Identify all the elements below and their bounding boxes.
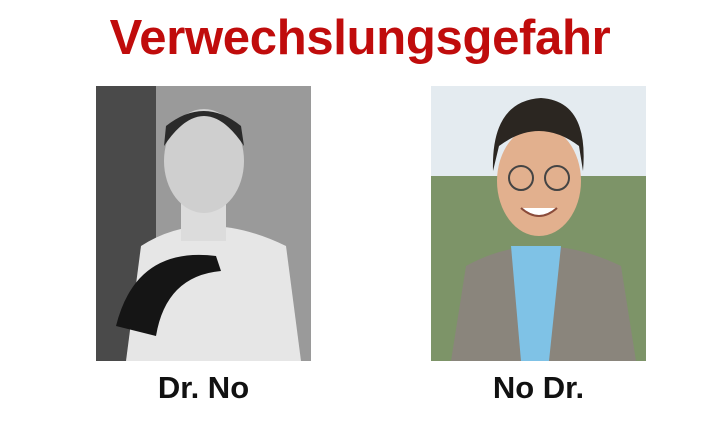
- photo-dr-no: [96, 86, 311, 361]
- caption-left: Dr. No: [157, 370, 250, 405]
- caption-right: No Dr.: [492, 370, 585, 405]
- portrait-bw-image: [96, 86, 311, 361]
- photo-no-dr: [431, 86, 646, 361]
- title: Verwechslungsgefahr: [109, 11, 611, 65]
- portrait-color-image: [431, 86, 646, 361]
